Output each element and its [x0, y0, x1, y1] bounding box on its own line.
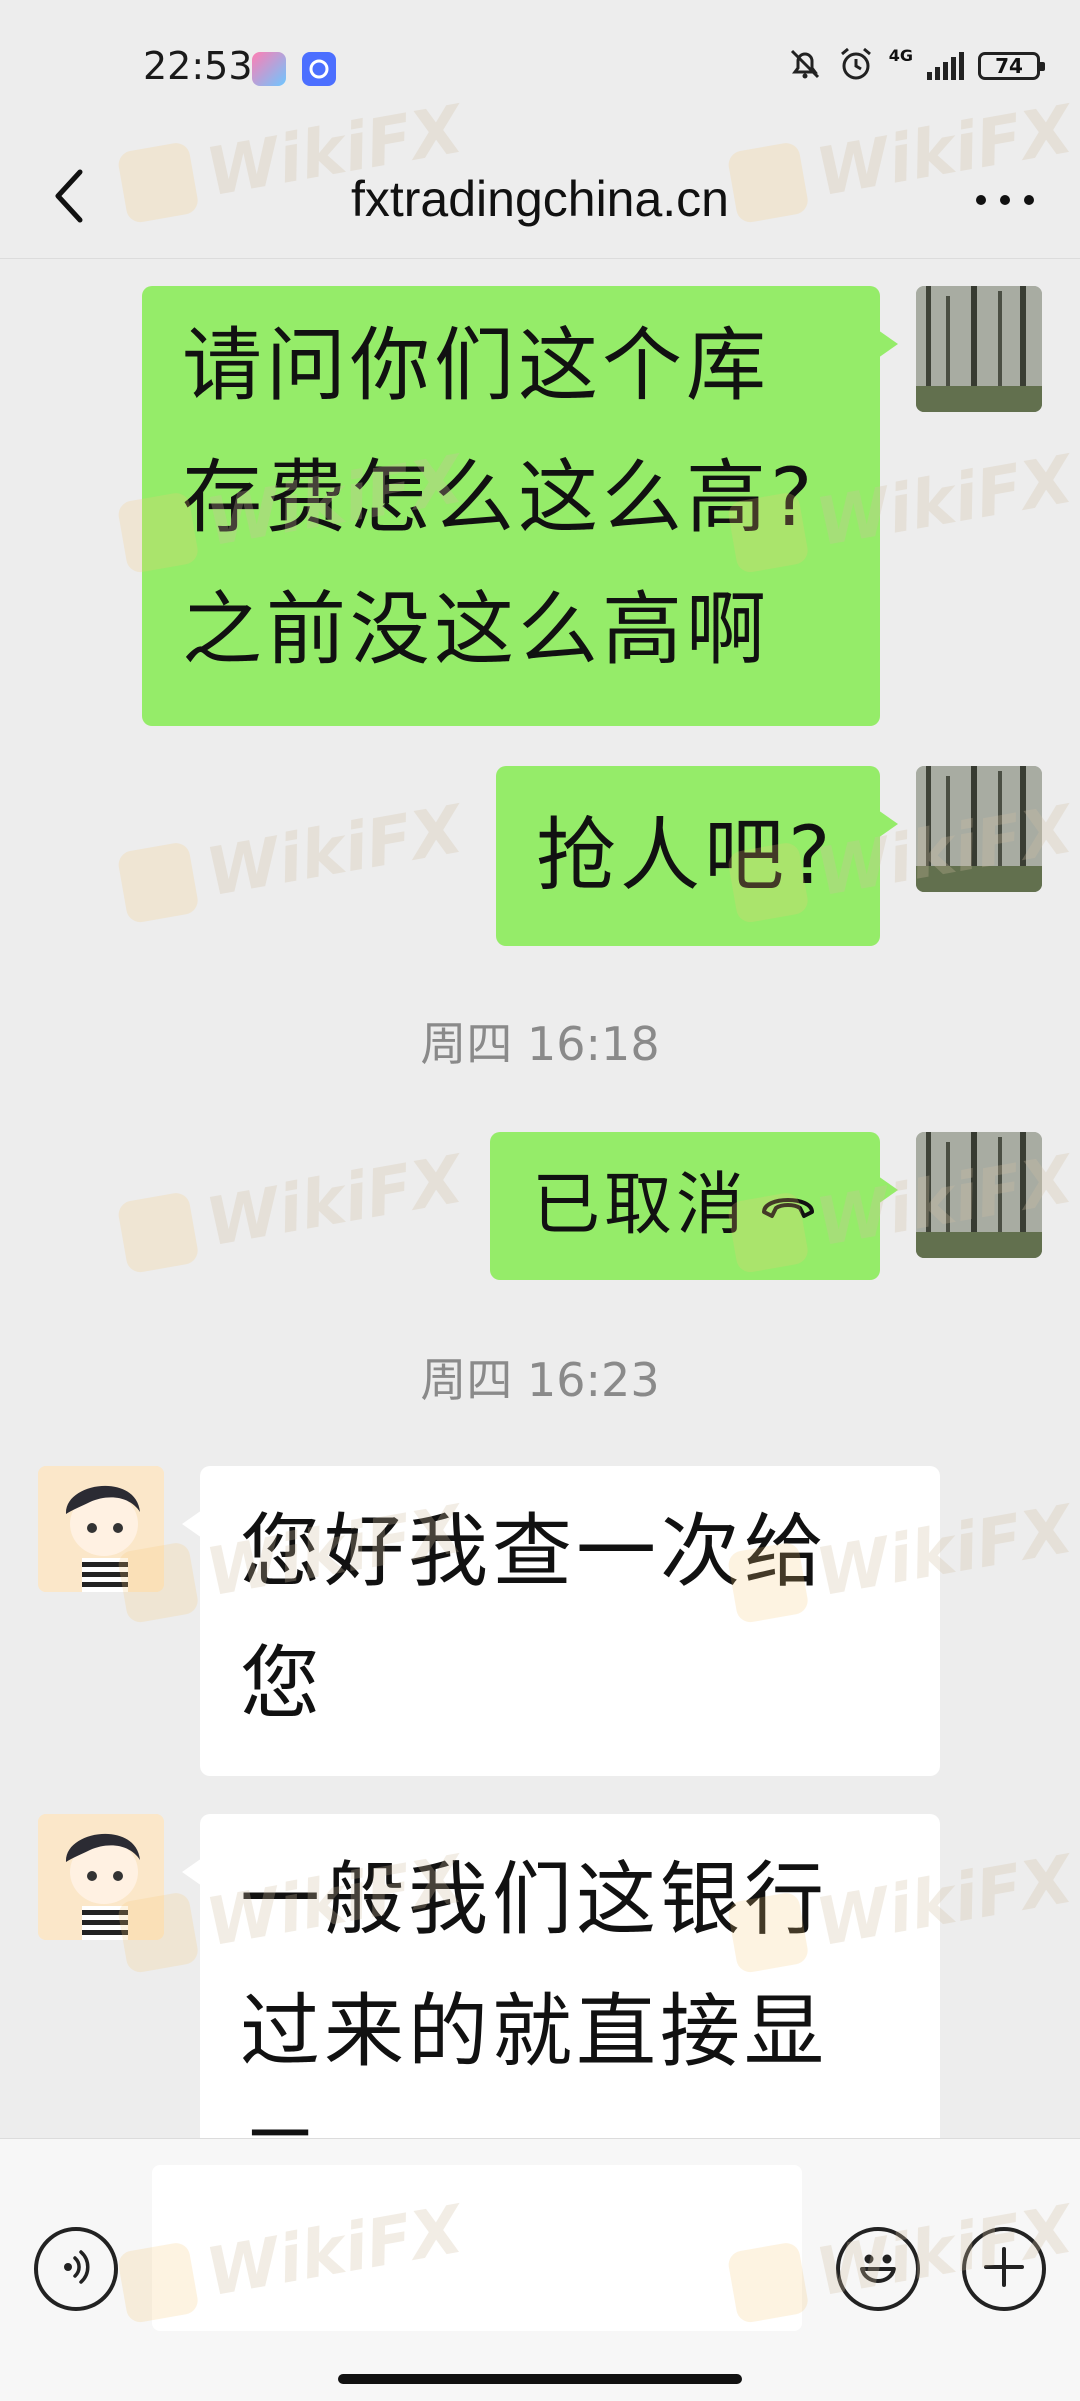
my-avatar[interactable]: [916, 766, 1042, 892]
message-incoming[interactable]: 您好我查一次给您: [0, 1466, 1080, 1776]
mute-bell-icon: [787, 46, 823, 86]
emoji-button[interactable]: [836, 2227, 920, 2311]
input-bar: [0, 2138, 1080, 2401]
message-bubble[interactable]: 一般我们这银行过来的就直接显示: [182, 1814, 940, 2138]
my-avatar[interactable]: [916, 286, 1042, 412]
status-icons: 4G 74: [787, 44, 1045, 88]
signal-icon: [927, 52, 964, 80]
message-bubble[interactable]: 已取消: [490, 1132, 898, 1280]
message-outgoing[interactable]: 抢人吧?: [0, 766, 1080, 946]
contact-avatar[interactable]: [38, 1466, 164, 1592]
home-indicator[interactable]: [338, 2374, 742, 2384]
more-actions-button[interactable]: [962, 2227, 1046, 2311]
message-text: 一般我们这银行过来的就直接显示: [240, 1853, 828, 2138]
chat-header: fxtradingchina.cn: [0, 140, 1080, 259]
message-text: 请问你们这个库存费怎么这么高?之前没这么高啊: [182, 319, 817, 676]
chat-title: fxtradingchina.cn: [350, 171, 729, 227]
game-app-icon: [252, 52, 286, 86]
more-options-button[interactable]: [970, 170, 1040, 230]
message-incoming[interactable]: 一般我们这银行过来的就直接显示: [0, 1814, 1080, 2138]
message-text: 已取消: [532, 1166, 749, 1245]
voice-icon: [56, 2247, 96, 2291]
my-avatar[interactable]: [916, 1132, 1042, 1258]
timestamp-label: 周四 16:18: [420, 1017, 660, 1071]
message-text: 抢人吧?: [536, 809, 835, 902]
status-bar: 22:53 4G 74: [0, 0, 1080, 140]
message-bubble[interactable]: 您好我查一次给您: [182, 1466, 940, 1776]
message-bubble[interactable]: 抢人吧?: [496, 766, 898, 946]
plus-icon: [982, 2245, 1026, 2293]
network-label: 4G: [888, 46, 913, 65]
smiley-icon: [850, 2239, 906, 2299]
message-text: 您好我查一次给您: [240, 1505, 828, 1730]
contact-avatar[interactable]: [38, 1814, 164, 1940]
battery-level: 74: [995, 54, 1023, 78]
message-outgoing[interactable]: 请问你们这个库存费怎么这么高?之前没这么高啊: [0, 286, 1080, 726]
status-time: 22:53: [143, 44, 253, 88]
voice-input-button[interactable]: [34, 2227, 118, 2311]
message-input[interactable]: [152, 2165, 802, 2331]
alarm-icon: [837, 45, 875, 87]
message-outgoing-call[interactable]: 已取消: [0, 1132, 1080, 1280]
battery-icon: 74: [978, 52, 1045, 80]
browser-app-icon: [302, 52, 336, 86]
timestamp-label: 周四 16:23: [420, 1353, 660, 1407]
message-bubble[interactable]: 请问你们这个库存费怎么这么高?之前没这么高啊: [142, 286, 898, 726]
more-dots-icon: [975, 191, 1035, 210]
phone-hangup-icon: [758, 1184, 818, 1228]
